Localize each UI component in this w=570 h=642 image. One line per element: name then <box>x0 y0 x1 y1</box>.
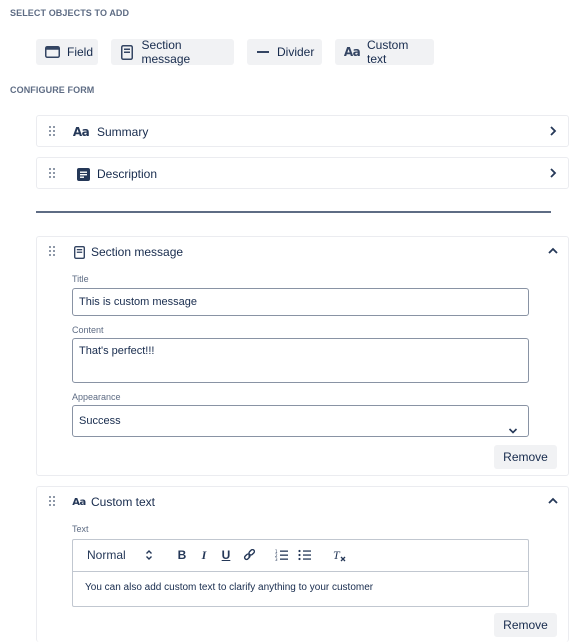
chevron-up-icon[interactable] <box>548 246 558 256</box>
chevron-up-icon[interactable] <box>548 496 558 506</box>
sort-arrows-icon <box>145 549 153 561</box>
editor-toolbar: Normal B I U 123 T <box>73 540 528 572</box>
configure-form-heading: CONFIGURE FORM <box>10 85 95 95</box>
chevron-right-icon[interactable] <box>548 126 558 136</box>
add-custom-text-button[interactable]: Aa Custom text <box>335 38 434 66</box>
add-divider-button[interactable]: Divider <box>247 39 322 65</box>
drag-handle-icon[interactable] <box>49 168 59 180</box>
title-field-label: Title <box>72 274 89 284</box>
title-input[interactable]: This is custom message <box>72 288 529 316</box>
appearance-select[interactable]: Success <box>72 405 529 437</box>
text-field-label: Text <box>72 524 89 534</box>
appearance-field-label: Appearance <box>72 392 121 402</box>
summary-item[interactable]: Aa Summary <box>36 115 569 147</box>
rich-text-editor[interactable]: Normal B I U 123 T You can also add cust… <box>72 539 529 607</box>
drag-handle-icon[interactable] <box>49 496 59 508</box>
chevron-down-icon <box>508 417 518 434</box>
summary-label: Summary <box>97 125 149 139</box>
text-style-select[interactable]: Normal <box>81 540 157 570</box>
editor-content[interactable]: You can also add custom text to clarify … <box>85 582 373 593</box>
bold-button[interactable]: B <box>173 540 191 570</box>
add-divider-label: Divider <box>277 45 315 59</box>
drag-handle-icon[interactable] <box>49 246 59 258</box>
add-section-message-label: Section message <box>141 38 191 66</box>
content-field-label: Content <box>72 325 104 335</box>
custom-text-icon: Aa <box>72 496 86 508</box>
form-divider[interactable] <box>36 211 551 213</box>
custom-text-icon: Aa <box>343 45 361 59</box>
section-message-label: Section message <box>91 245 184 259</box>
chevron-right-icon[interactable] <box>548 168 558 178</box>
field-icon <box>45 44 60 60</box>
divider-icon <box>256 44 270 60</box>
drag-handle-icon[interactable] <box>49 126 59 138</box>
add-custom-text-label: Custom text <box>367 38 409 66</box>
content-textarea[interactable]: That's perfect!!! <box>72 338 529 383</box>
underline-button[interactable]: U <box>217 540 235 570</box>
summary-text-icon: Aa <box>72 125 90 139</box>
add-field-button[interactable]: Field <box>36 39 98 65</box>
section-message-icon <box>71 244 87 260</box>
custom-text-item[interactable]: Aa Custom text Text Normal B I U 123 T Y… <box>36 486 569 642</box>
svg-text:T: T <box>333 549 341 562</box>
description-label: Description <box>97 167 158 181</box>
section-message-item[interactable]: Section message Title This is custom mes… <box>36 236 569 476</box>
svg-text:3: 3 <box>275 557 278 561</box>
description-item[interactable]: Description <box>36 157 569 189</box>
text-style-value: Normal <box>87 548 126 562</box>
link-icon[interactable] <box>239 540 259 570</box>
numbered-list-icon[interactable]: 123 <box>273 540 291 570</box>
description-icon <box>75 166 91 182</box>
select-objects-heading: SELECT OBJECTS TO ADD <box>10 8 130 18</box>
bullet-list-icon[interactable] <box>296 540 314 570</box>
add-field-label: Field <box>67 45 94 59</box>
italic-button[interactable]: I <box>195 540 213 570</box>
appearance-selected-value: Success <box>79 415 121 427</box>
remove-custom-text-button[interactable]: Remove <box>494 613 557 637</box>
section-message-icon <box>120 44 135 60</box>
add-section-message-button[interactable]: Section message <box>111 38 234 66</box>
remove-section-message-button[interactable]: Remove <box>494 445 557 469</box>
clear-formatting-icon[interactable]: T <box>331 540 349 570</box>
custom-text-label: Custom text <box>91 495 156 509</box>
